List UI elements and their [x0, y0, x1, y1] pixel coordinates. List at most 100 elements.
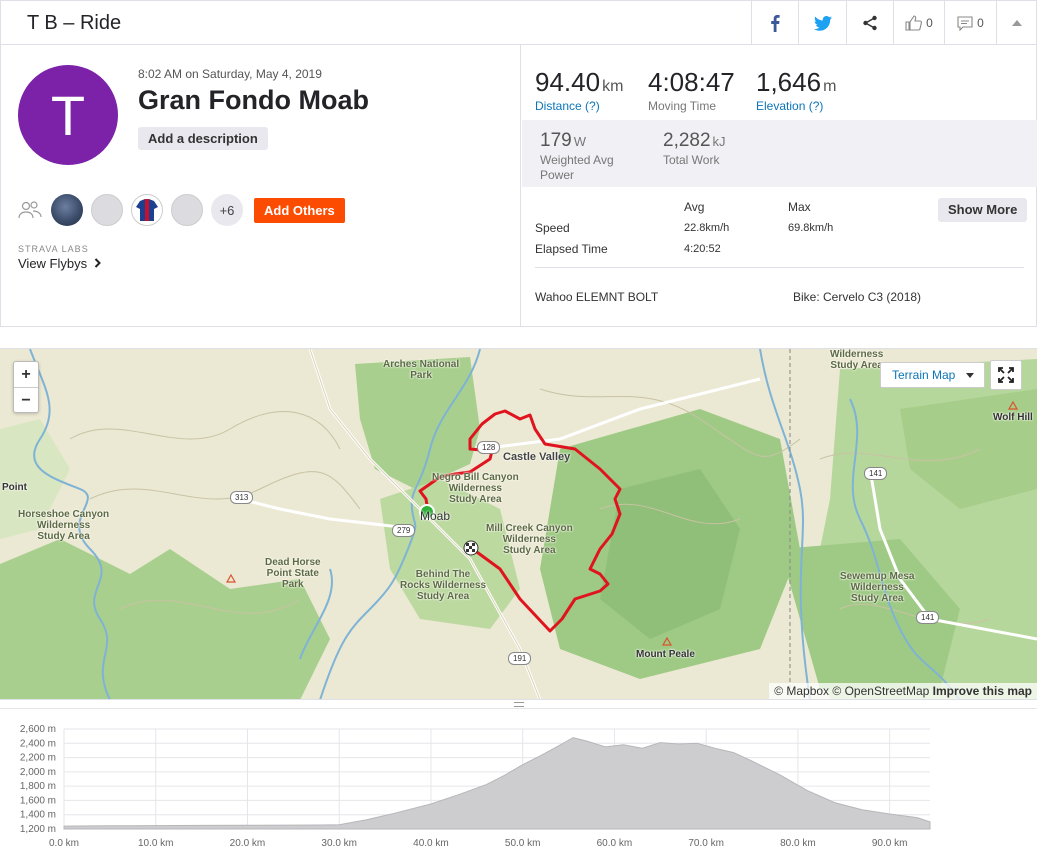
- view-flybys-link[interactable]: View Flybys: [18, 256, 102, 271]
- add-others-button[interactable]: Add Others: [254, 197, 345, 223]
- y-tick-label: 1,400 m: [20, 810, 56, 821]
- power-unit: W: [573, 134, 586, 149]
- map-type-dropdown[interactable]: Terrain Map: [880, 362, 985, 388]
- mapbox-link[interactable]: © Mapbox: [774, 684, 829, 698]
- x-tick-label: 10.0 km: [138, 838, 174, 849]
- add-description-button[interactable]: Add a description: [138, 127, 268, 150]
- avatar-letter: T: [50, 83, 86, 147]
- jersey-icon: [136, 199, 158, 221]
- thumbs-up-icon: [905, 15, 923, 31]
- label-mill-creek: Mill Creek Canyon Wilderness Study Area: [486, 523, 573, 556]
- facebook-share-button[interactable]: [751, 1, 798, 45]
- resize-handle[interactable]: [0, 699, 1037, 709]
- route-shield-313: 313: [230, 491, 254, 504]
- work-value: 2,282: [663, 130, 711, 151]
- elevation-label[interactable]: Elevation (?): [756, 99, 836, 113]
- activity-title: T B – Ride: [27, 12, 122, 34]
- collapse-button[interactable]: [996, 1, 1036, 45]
- zoom-in-button[interactable]: +: [14, 362, 38, 387]
- speed-label: Speed: [535, 221, 570, 235]
- work-unit: kJ: [712, 134, 726, 149]
- x-tick-label: 40.0 km: [413, 838, 449, 849]
- x-tick-label: 90.0 km: [872, 838, 908, 849]
- activity-name: Gran Fondo Moab: [138, 85, 369, 115]
- comments-button[interactable]: 0: [944, 1, 996, 45]
- osm-link[interactable]: © OpenStreetMap: [832, 684, 929, 698]
- route-map[interactable]: Arches National Park Castle Valley Negro …: [0, 348, 1037, 699]
- speed-max: 69.8km/h: [788, 222, 834, 234]
- zoom-control: + −: [13, 361, 39, 413]
- caret-up-icon: [1011, 20, 1022, 26]
- expand-icon: [998, 367, 1014, 383]
- avg-header: Avg: [684, 200, 705, 214]
- strava-labs-label: STRAVA LABS: [18, 244, 89, 254]
- zoom-out-button[interactable]: −: [14, 387, 38, 412]
- elevation-chart[interactable]: 1,200 m 1,400 m 1,600 m 1,800 m 2,000 m 2,200…: [0, 715, 1037, 857]
- y-tick-label: 1,200 m: [20, 824, 56, 835]
- fullscreen-button[interactable]: [990, 360, 1022, 390]
- activity-datetime: 8:02 AM on Saturday, May 4, 2019: [138, 67, 322, 81]
- more-athletes[interactable]: +6: [211, 194, 243, 226]
- grip-icon: [514, 702, 524, 707]
- label-arches: Arches National Park: [383, 359, 460, 381]
- athlete-avatar-4[interactable]: [171, 194, 203, 226]
- max-header: Max: [788, 200, 811, 214]
- athlete-avatar[interactable]: T: [18, 65, 118, 165]
- comment-count: 0: [977, 16, 984, 30]
- label-behind-rocks: Behind The Rocks Wilderness Study Area: [400, 569, 487, 602]
- caret-down-icon: [966, 373, 974, 378]
- y-tick-label: 1,600 m: [20, 795, 56, 806]
- stats-divider: [535, 267, 1024, 268]
- stat-total-work: 2,282 kJ Total Work: [663, 130, 726, 167]
- distance-unit: km: [602, 78, 624, 95]
- map-type-label: Terrain Map: [892, 368, 956, 382]
- distance-value: 94.40: [535, 67, 601, 97]
- elapsed-time-value: 4:20:52: [684, 243, 721, 255]
- y-tick-label: 2,000 m: [20, 767, 56, 778]
- secondary-stats: 179 W Weighted Avg Power 2,282 kJ Total Wo…: [522, 120, 1037, 187]
- label-wolf-hill: Wolf Hill: [993, 412, 1033, 423]
- stat-distance: 94.40 km Distance (?): [535, 67, 623, 113]
- moving-time-value: 4:08:47: [648, 67, 735, 97]
- power-label-line1: Weighted Avg: [540, 153, 614, 167]
- show-more-button[interactable]: Show More: [938, 198, 1028, 222]
- elapsed-time-label: Elapsed Time: [535, 242, 608, 256]
- y-tick-label: 1,800 m: [20, 781, 56, 792]
- stat-moving-time: 4:08:47 Moving Time: [648, 67, 735, 113]
- label-sewemup: Sewemup Mesa Wilderness Study Area: [840, 571, 915, 604]
- label-point: Point: [2, 482, 27, 493]
- activity-summary: T 8:02 AM on Saturday, May 4, 2019 Gran …: [0, 45, 1037, 327]
- power-label-line2: Power: [540, 168, 575, 182]
- label-negro-bill: Negro Bill Canyon Wilderness Study Area: [432, 472, 519, 505]
- label-dead-horse: Dead Horse Point State Park: [265, 557, 321, 590]
- x-tick-label: 50.0 km: [505, 838, 541, 849]
- route-shield-128: 128: [477, 441, 501, 454]
- label-horseshoe: Horseshoe Canyon Wilderness Study Area: [18, 509, 110, 542]
- power-value: 179: [540, 130, 572, 151]
- activity-header: T B – Ride 0 0: [0, 0, 1037, 45]
- group-icon: [18, 201, 42, 219]
- comment-icon: [957, 15, 973, 31]
- stat-power: 179 W Weighted Avg Power: [540, 130, 614, 182]
- y-tick-label: 2,400 m: [20, 738, 56, 749]
- kudos-button[interactable]: 0: [893, 1, 944, 45]
- athlete-avatar-1[interactable]: [51, 194, 83, 226]
- x-tick-label: 30.0 km: [321, 838, 357, 849]
- twitter-share-button[interactable]: [798, 1, 846, 45]
- distance-label[interactable]: Distance (?): [535, 99, 623, 113]
- group-athletes: +6 Add Others: [17, 194, 345, 226]
- y-axis: 1,200 m 1,400 m 1,600 m 1,800 m 2,000 m 2,200…: [20, 724, 56, 835]
- athlete-avatar-2[interactable]: [91, 194, 123, 226]
- view-flybys-label: View Flybys: [18, 256, 88, 271]
- facebook-icon: [771, 15, 780, 32]
- route-shield-279: 279: [392, 524, 416, 537]
- y-tick-label: 2,600 m: [20, 724, 56, 735]
- share-button[interactable]: [846, 1, 893, 45]
- athlete-avatar-3[interactable]: [131, 194, 163, 226]
- work-label: Total Work: [663, 153, 720, 167]
- elevation-area: [63, 737, 931, 830]
- route-shield-141b: 141: [916, 611, 940, 624]
- label-wilderness-top: Wilderness Study Area: [830, 349, 884, 371]
- bike-name[interactable]: Bike: Cervelo C3 (2018): [793, 290, 921, 304]
- improve-map-link[interactable]: Improve this map: [933, 684, 1032, 698]
